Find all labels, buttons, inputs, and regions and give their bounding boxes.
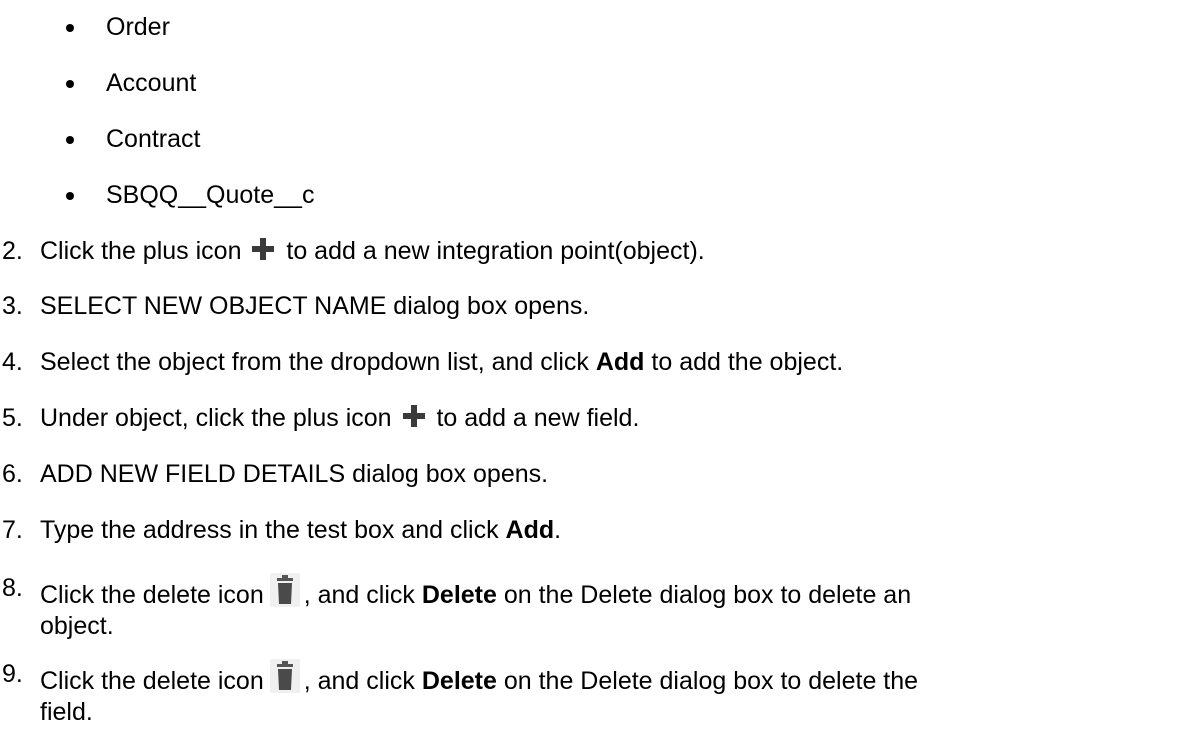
step-text-part: Click the delete icon bbox=[40, 667, 264, 695]
step-text: Type the address in the test box and cli… bbox=[40, 515, 1190, 546]
step-number: 9. bbox=[2, 660, 23, 688]
step-text-part: Type the address in the test box and cli… bbox=[40, 516, 499, 544]
bullet-text: Contract bbox=[106, 125, 201, 153]
step-number: 8. bbox=[2, 574, 23, 602]
bullet-dot bbox=[66, 136, 74, 144]
trash-icon bbox=[269, 573, 300, 607]
step-text: Under object, click the plus icon to add… bbox=[40, 403, 1190, 434]
bold-label: Delete bbox=[421, 667, 497, 695]
step-number: 4. bbox=[2, 348, 23, 376]
step-text-part: on the Delete dialog box to delete an bbox=[503, 581, 912, 609]
trash-icon bbox=[269, 659, 300, 693]
step-text: Click the plus icon to add a new integra… bbox=[40, 236, 1190, 267]
step-number: 3. bbox=[2, 292, 23, 320]
step-text-part: Click the plus icon bbox=[40, 237, 242, 265]
step-text-part: on the Delete dialog box to delete the bbox=[503, 667, 919, 695]
bullet-dot bbox=[66, 192, 74, 200]
bold-label: Add bbox=[505, 516, 555, 544]
step-text-part: , and click bbox=[303, 581, 415, 609]
bullet-text: Account bbox=[106, 69, 197, 97]
step-text: ADD NEW FIELD DETAILS dialog box opens. bbox=[40, 460, 549, 488]
plus-icon bbox=[252, 238, 275, 260]
step-text-part: to add a new field. bbox=[436, 404, 640, 432]
step-text-part: to add a new integration point(object). bbox=[286, 237, 705, 265]
step-text-part: object. bbox=[40, 612, 114, 640]
step-number: 7. bbox=[2, 516, 23, 544]
step-text: Select the object from the dropdown list… bbox=[40, 347, 1190, 378]
step-text: Click the delete icon, and click Delete … bbox=[40, 659, 1190, 728]
step-number: 2. bbox=[2, 237, 23, 265]
step-text-part: to add the object. bbox=[651, 348, 844, 376]
step-number: 5. bbox=[2, 404, 23, 432]
step-text-part: Click the delete icon bbox=[40, 581, 264, 609]
step-number: 6. bbox=[2, 460, 23, 488]
bullet-text: SBQQ__Quote__c bbox=[106, 181, 315, 209]
bold-label: Add bbox=[595, 348, 645, 376]
step-text: Click the delete icon, and click Delete … bbox=[40, 573, 1190, 642]
bold-label: Delete bbox=[421, 581, 497, 609]
step-text-part: field. bbox=[40, 698, 93, 726]
bullet-text: Order bbox=[106, 13, 170, 41]
step-text-part: , and click bbox=[303, 667, 415, 695]
plus-icon bbox=[402, 405, 425, 427]
step-text-part: Select the object from the dropdown list… bbox=[40, 348, 589, 376]
step-text-part: Under object, click the plus icon bbox=[40, 404, 392, 432]
bullet-dot bbox=[66, 80, 74, 88]
step-text-part: . bbox=[554, 516, 562, 544]
step-text: SELECT NEW OBJECT NAME dialog box opens. bbox=[40, 292, 590, 320]
bullet-dot bbox=[66, 24, 74, 32]
